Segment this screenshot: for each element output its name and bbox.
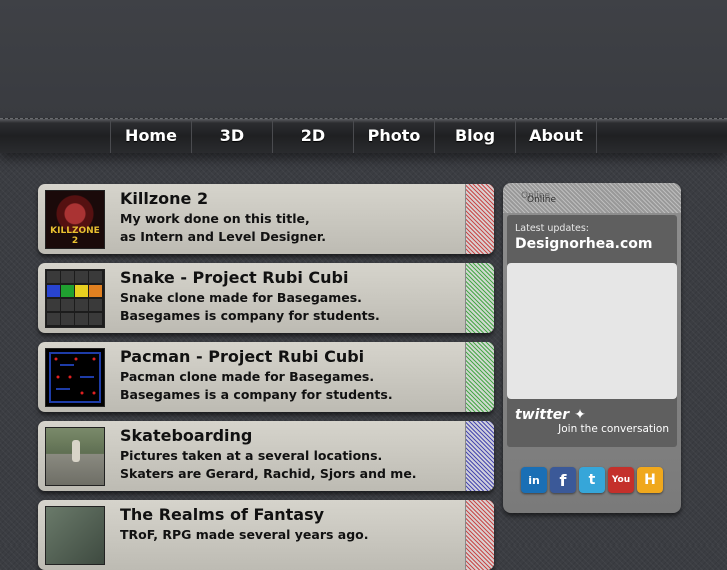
project-desc-line1: TRoF, RPG made several years ago.: [120, 527, 369, 542]
project-card-pacman[interactable]: Pacman - Project Rubi Cubi Pacman clone …: [38, 342, 494, 412]
nav-blog[interactable]: Blog: [435, 119, 516, 153]
pacman-maze-graphic: [46, 349, 104, 406]
nav-photo[interactable]: Photo: [354, 119, 435, 153]
header-area: [0, 0, 727, 118]
project-title: The Realms of Fantasy: [120, 505, 325, 524]
project-card-snake[interactable]: Snake - Project Rubi Cubi Snake clone ma…: [38, 263, 494, 333]
twitter-feed[interactable]: [507, 263, 677, 399]
main-nav: Home 3D 2D Photo Blog About: [0, 118, 727, 153]
project-title: Snake - Project Rubi Cubi: [120, 268, 349, 287]
facebook-icon[interactable]: f: [550, 467, 576, 493]
sidebar-widget: Online Online Latest updates: Designorhe…: [503, 183, 681, 513]
category-stripe: [465, 421, 494, 491]
bird-icon: ✦: [574, 407, 586, 423]
twitter-site-name[interactable]: Designorhea.com: [515, 236, 653, 252]
realms-thumbnail: [45, 506, 105, 565]
nav-home[interactable]: Home: [110, 119, 192, 153]
project-card-realms[interactable]: The Realms of Fantasy TRoF, RPG made sev…: [38, 500, 494, 570]
latest-updates-label: Latest updates:: [515, 223, 590, 234]
project-title: Pacman - Project Rubi Cubi: [120, 347, 365, 366]
youtube-icon[interactable]: You: [608, 467, 634, 493]
twitter-widget: Latest updates: Designorhea.com twitter …: [507, 215, 677, 447]
nav-3d[interactable]: 3D: [192, 119, 273, 153]
category-stripe: [465, 263, 494, 333]
hyves-icon[interactable]: H: [637, 467, 663, 493]
project-card-skateboarding[interactable]: Skateboarding Pictures taken at a severa…: [38, 421, 494, 491]
widget-header: Online Online: [503, 183, 681, 213]
project-desc-line1: Pictures taken at a several locations.: [120, 448, 383, 463]
skate-thumbnail: [45, 427, 105, 486]
twitter-logo[interactable]: twitter ✦: [515, 407, 586, 423]
pacman-thumbnail: [45, 348, 105, 407]
project-card-killzone[interactable]: KILLZONE 2 Killzone 2 My work done on th…: [38, 184, 494, 254]
snake-thumbnail: [45, 269, 105, 328]
category-stripe: [465, 500, 494, 570]
project-desc-line1: Pacman clone made for Basegames.: [120, 369, 375, 384]
project-title: Skateboarding: [120, 426, 253, 445]
killzone-thumbnail: KILLZONE 2: [45, 190, 105, 249]
nav-about[interactable]: About: [516, 119, 597, 153]
project-desc-line2: as Intern and Level Designer.: [120, 229, 327, 244]
project-desc-line2: Basegames is company for students.: [120, 308, 380, 323]
project-desc-line2: Skaters are Gerard, Rachid, Sjors and me…: [120, 466, 417, 481]
project-desc-line2: Basegames is a company for students.: [120, 387, 393, 402]
category-stripe: [465, 184, 494, 254]
thumb-caption: KILLZONE 2: [50, 226, 100, 246]
project-desc-line1: Snake clone made for Basegames.: [120, 290, 362, 305]
status-label: Online: [527, 195, 557, 205]
project-title: Killzone 2: [120, 189, 209, 208]
skater-figure: [72, 440, 80, 462]
category-stripe: [465, 342, 494, 412]
nav-2d[interactable]: 2D: [273, 119, 354, 153]
linkedin-icon[interactable]: in: [521, 467, 547, 493]
twitter-icon[interactable]: t: [579, 467, 605, 493]
join-conversation-link[interactable]: Join the conversation: [558, 423, 669, 435]
snake-grid-graphic: [46, 270, 104, 327]
twitter-logo-text: twitter: [515, 407, 570, 423]
social-links: in f t You H: [521, 467, 663, 493]
project-desc-line1: My work done on this title,: [120, 211, 310, 226]
